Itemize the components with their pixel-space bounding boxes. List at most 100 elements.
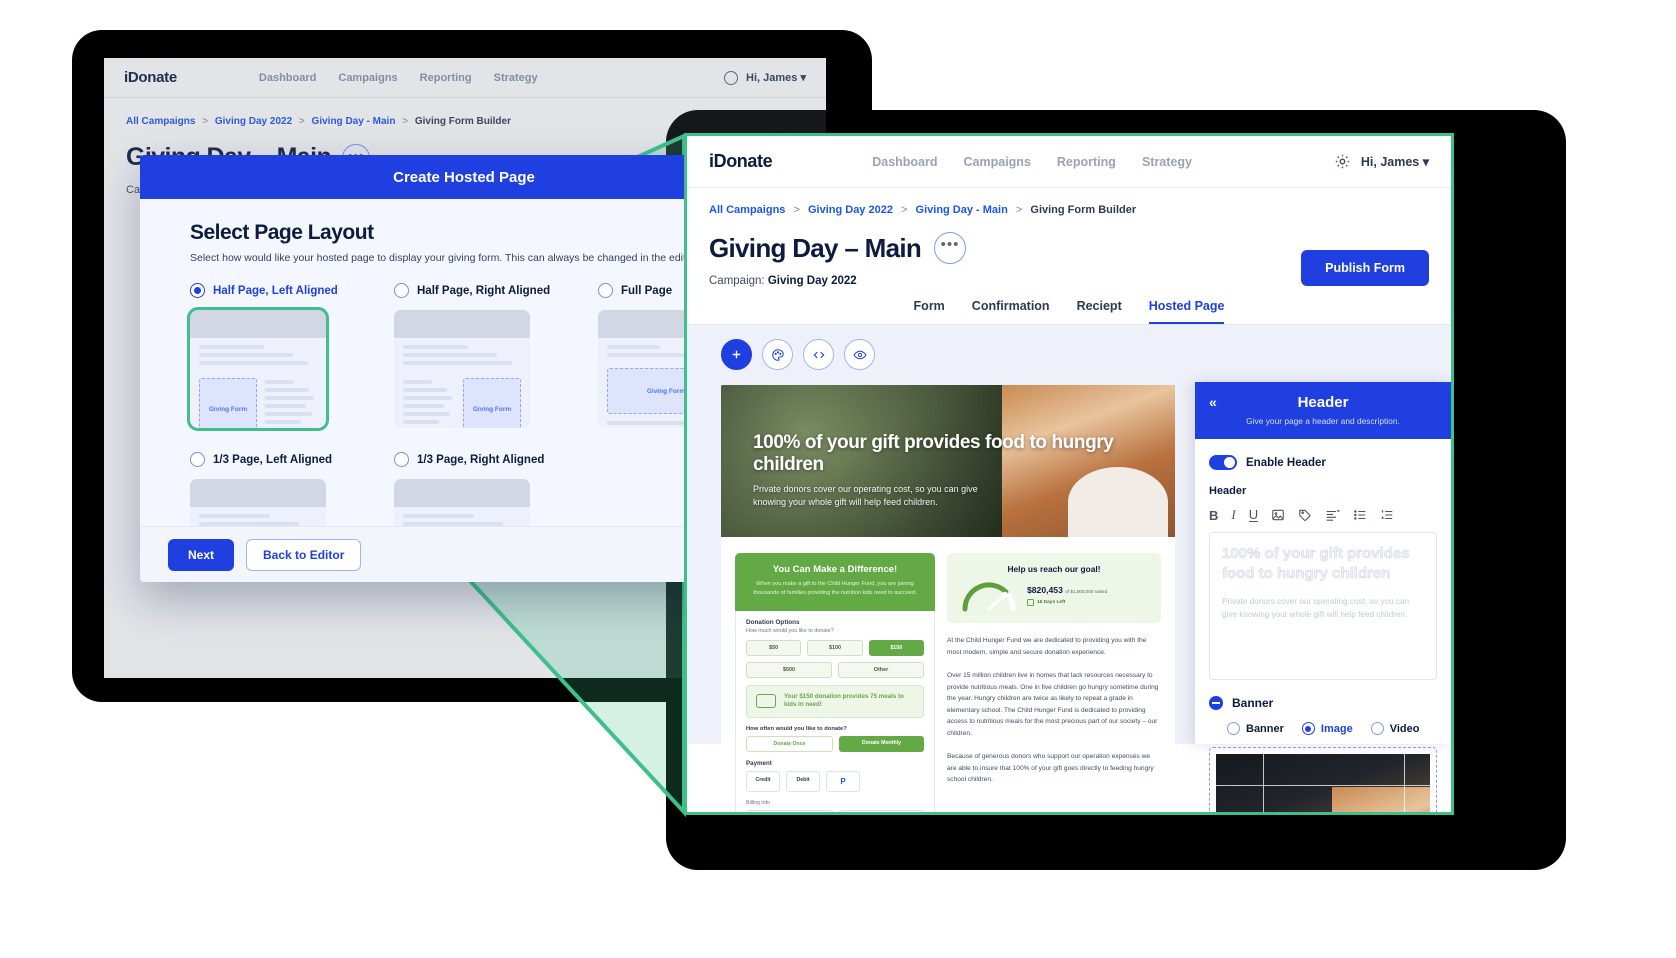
payment-credit[interactable]: Credit — [746, 770, 780, 792]
difference-title: You Can Make a Difference! — [772, 564, 898, 575]
code-icon[interactable] — [803, 339, 834, 370]
enable-header-row[interactable]: Enable Header — [1209, 455, 1437, 470]
nav-campaigns[interactable]: Campaigns — [964, 155, 1031, 169]
first-name-field[interactable]: First Name * — [746, 809, 833, 812]
nav-dashboard[interactable]: Dashboard — [872, 155, 937, 169]
banner-type-image[interactable]: Image — [1301, 722, 1353, 735]
amount-100[interactable]: $100 — [807, 639, 863, 656]
front-topbar-right: Hi, James ▾ — [1334, 153, 1429, 170]
layout-option-half-right[interactable]: Half Page, Right Aligned Giving Form — [394, 283, 550, 428]
breadcrumb-giving-day-2022[interactable]: Giving Day 2022 — [808, 204, 893, 216]
tab-hosted-page[interactable]: Hosted Page — [1148, 299, 1225, 324]
rte-heading-text: 100% of your gift provides food to hungry… — [1222, 545, 1410, 582]
nav-reporting[interactable]: Reporting — [1057, 155, 1116, 169]
layout-thumb-half-right[interactable]: Giving Form — [394, 310, 530, 428]
italic-icon[interactable]: I — [1231, 507, 1235, 523]
difference-card: You Can Make a Difference! When you make… — [735, 553, 935, 611]
content-column: Help us reach our goal! $820,453 of $1,0… — [947, 553, 1161, 812]
amount-other[interactable]: Other — [838, 661, 924, 678]
enable-header-toggle[interactable] — [1209, 455, 1237, 470]
hero-text: 100% of your gift provides food to hungr… — [753, 432, 1175, 509]
front-nav: Dashboard Campaigns Reporting Strategy — [872, 155, 1192, 169]
palette-icon[interactable] — [762, 339, 793, 370]
front-user-menu[interactable]: Hi, James ▾ — [1361, 154, 1429, 169]
banner-section-label: Banner — [1232, 696, 1274, 710]
tab-form[interactable]: Form — [914, 299, 945, 324]
amount-50[interactable]: $50 — [746, 639, 802, 656]
layout-option-text: 1/3 Page, Left Aligned — [213, 453, 333, 466]
layout-option-label-row[interactable]: Half Page, Left Aligned — [190, 283, 338, 298]
difference-body: When you make a gift to the Child Hunger… — [753, 581, 917, 596]
thumb-hero — [190, 310, 326, 338]
eye-icon[interactable] — [844, 339, 875, 370]
numbered-list-icon[interactable] — [1380, 508, 1394, 522]
align-icon[interactable] — [1325, 508, 1340, 522]
hosted-page-preview: 100% of your gift provides food to hungr… — [721, 385, 1175, 812]
goal-amount-suffix: of $1,000,000 raised — [1065, 588, 1108, 594]
panel-header: « Header Give your page a header and des… — [1195, 382, 1451, 439]
radio-third-right[interactable] — [394, 452, 409, 467]
thumb-columns: Giving Form — [394, 376, 530, 428]
last-name-field[interactable]: Last Name * — [837, 809, 924, 812]
name-row: First Name * Last Name * — [746, 809, 924, 812]
donate-monthly-button[interactable]: Donate Monthly — [839, 735, 924, 752]
paypal-icon[interactable]: P — [826, 770, 860, 792]
plus-icon[interactable] — [721, 339, 752, 370]
image-icon[interactable] — [1271, 508, 1285, 522]
goal-title: Help us reach our goal! — [1007, 564, 1101, 574]
thumb-columns: Giving Form — [190, 376, 326, 428]
ellipsis-icon[interactable]: ••• — [934, 232, 967, 264]
radio-third-left[interactable] — [190, 452, 205, 467]
header-rich-text-editor[interactable]: 100% of your gift provides food to hungry… — [1209, 532, 1437, 680]
tab-reciept[interactable]: Reciept — [1077, 299, 1122, 324]
nav-strategy[interactable]: Strategy — [1142, 155, 1192, 169]
builder-canvas: 100% of your gift provides food to hungr… — [687, 324, 1451, 812]
publish-form-button[interactable]: Publish Form — [1301, 250, 1429, 286]
hero-banner: 100% of your gift provides food to hungr… — [721, 385, 1175, 537]
banner-type-banner[interactable]: Banner — [1227, 722, 1284, 735]
next-button[interactable]: Next — [168, 538, 235, 571]
donate-once-button[interactable]: Donate Once — [746, 735, 833, 752]
tab-confirmation[interactable]: Confirmation — [972, 299, 1050, 324]
banner-image-subject — [1331, 787, 1430, 812]
giving-form-column: You Can Make a Difference! When you make… — [735, 553, 935, 812]
banner-image-dropzone[interactable] — [1209, 747, 1437, 812]
thumb-giving-form: Giving Form — [463, 378, 521, 428]
amount-500[interactable]: $500 — [746, 661, 832, 678]
bullet-list-icon[interactable] — [1353, 508, 1367, 522]
days-left-text: 15 Days Left — [1037, 599, 1066, 605]
banner-type-video[interactable]: Video — [1370, 722, 1419, 735]
radio-image[interactable] — [1301, 722, 1315, 735]
tag-icon[interactable] — [1298, 508, 1312, 522]
radio-half-left[interactable] — [190, 283, 205, 298]
gear-icon[interactable] — [1334, 153, 1351, 170]
layout-option-label-row[interactable]: 1/3 Page, Right Aligned — [394, 452, 544, 467]
amount-150[interactable]: $150 — [868, 639, 924, 656]
underline-icon[interactable]: U — [1248, 508, 1259, 523]
layout-option-half-left[interactable]: Half Page, Left Aligned Giving Form — [187, 283, 338, 431]
banner-type-label: Banner — [1246, 722, 1284, 735]
banner-image-preview[interactable] — [1216, 754, 1430, 812]
payment-debit[interactable]: Debit — [786, 770, 820, 792]
bold-icon[interactable]: B — [1209, 508, 1218, 523]
layout-option-label-row[interactable]: Half Page, Right Aligned — [394, 283, 550, 298]
radio-half-right[interactable] — [394, 283, 409, 298]
content-paragraph-2: Over 15 million children live in homes t… — [947, 672, 1159, 737]
radio-banner[interactable] — [1227, 722, 1240, 735]
breadcrumb-giving-day-main[interactable]: Giving Day - Main — [916, 204, 1008, 216]
breadcrumb-sep: > — [1015, 204, 1023, 216]
layout-option-label-row[interactable]: 1/3 Page, Left Aligned — [190, 452, 332, 467]
payment-title: Payment — [746, 759, 772, 767]
layout-thumb-half-left[interactable]: Giving Form — [187, 307, 329, 431]
collapse-minus-icon[interactable] — [1209, 696, 1223, 710]
preview-body: You Can Make a Difference! When you make… — [721, 537, 1175, 812]
rte-paragraph-text: Private donors cover our operating cost,… — [1222, 597, 1410, 620]
chevron-double-left-icon[interactable]: « — [1209, 394, 1217, 410]
banner-section-header[interactable]: Banner — [1209, 696, 1437, 710]
header-field-label: Header — [1209, 485, 1247, 497]
back-to-editor-button[interactable]: Back to Editor — [246, 538, 362, 571]
radio-video[interactable] — [1370, 722, 1384, 735]
radio-full-page[interactable] — [598, 283, 613, 298]
breadcrumb-all-campaigns[interactable]: All Campaigns — [709, 204, 785, 216]
donation-form: Donation Options How much would you like… — [735, 610, 935, 812]
